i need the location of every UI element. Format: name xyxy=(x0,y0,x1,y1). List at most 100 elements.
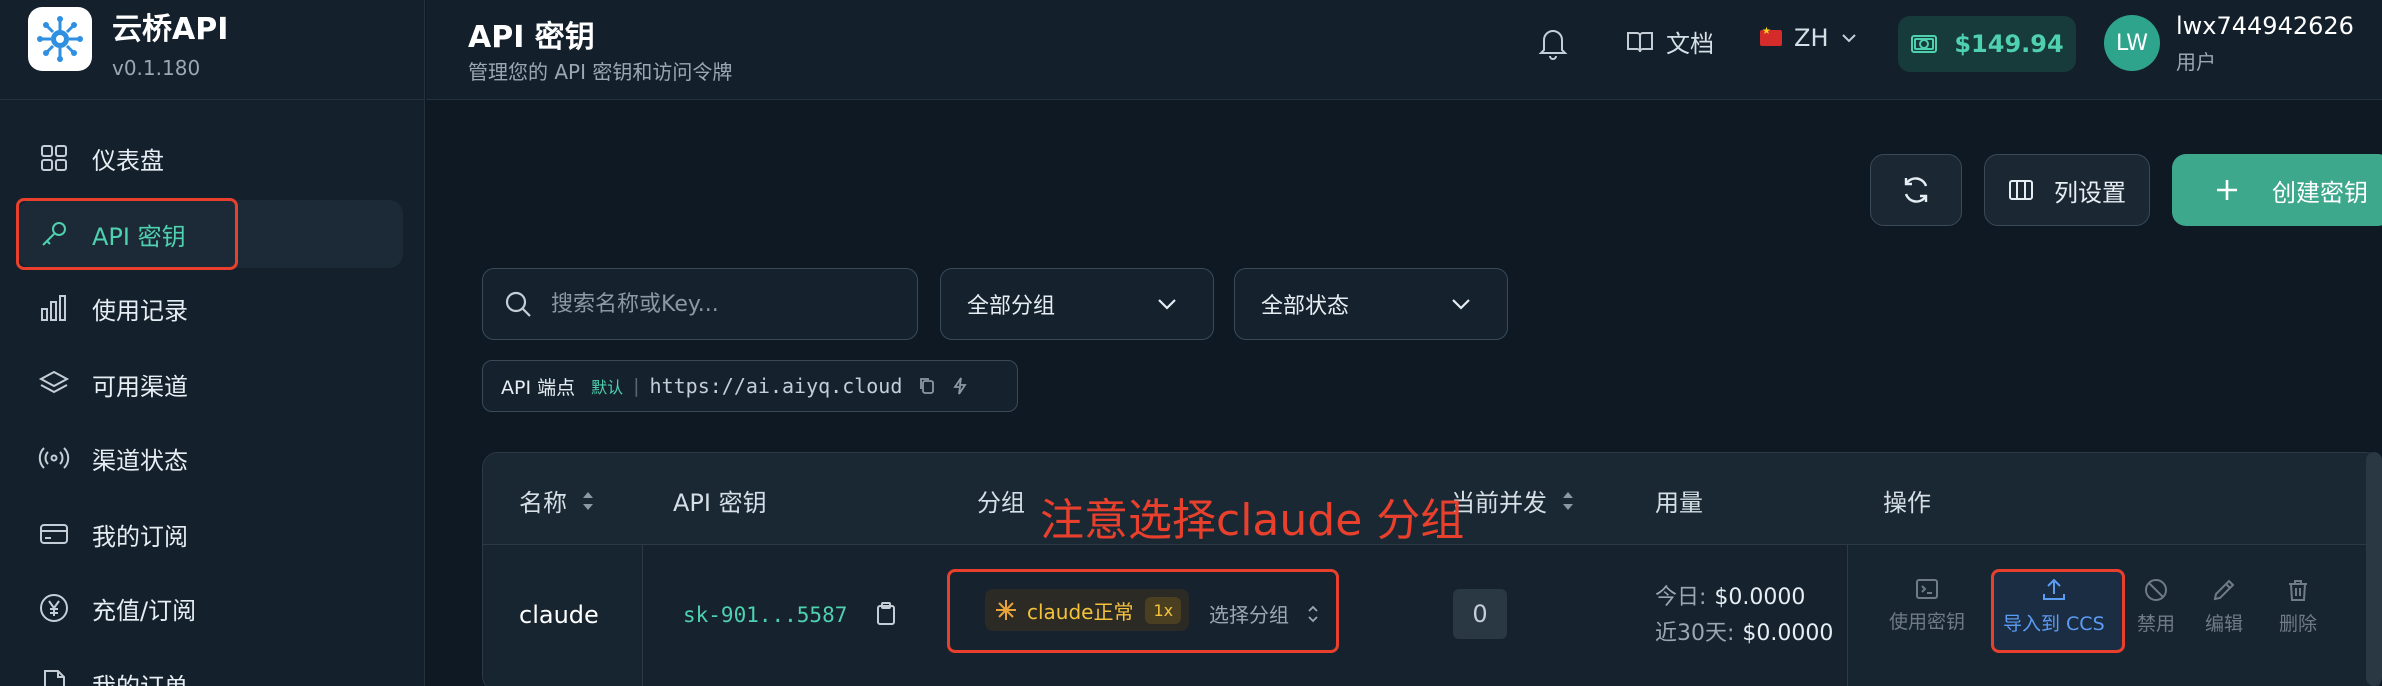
trash-icon xyxy=(2289,580,2307,601)
sidebar-item-subscriptions[interactable]: 我的订阅 xyxy=(18,500,403,568)
usage-today: 今日: $0.0000 xyxy=(1655,579,1805,611)
group-select-dropdown[interactable]: 选择分组 xyxy=(1209,599,1319,628)
ban-icon xyxy=(2145,579,2167,601)
column-header-key: API 密钥 xyxy=(673,483,767,518)
money-icon xyxy=(1911,35,1938,53)
column-header-ops: 操作 xyxy=(1883,483,1931,518)
copy-key-button[interactable] xyxy=(875,601,897,627)
sidebar-item-channels[interactable]: 可用渠道 xyxy=(18,350,403,418)
bell-icon xyxy=(1538,30,1568,60)
edit-label: 编辑 xyxy=(2205,613,2244,635)
column-settings-label: 列设置 xyxy=(2054,178,2126,207)
search-box[interactable] xyxy=(482,268,918,340)
usage-30-days: 近30天: $0.0000 xyxy=(1655,615,1833,647)
sidebar-item-recharge[interactable]: 充值/订阅 xyxy=(18,574,403,642)
default-badge: 默认 xyxy=(591,378,624,397)
disable-button[interactable]: 禁用 xyxy=(2137,577,2175,636)
sidebar-item-label: 仪表盘 xyxy=(92,146,164,175)
docs-label: 文档 xyxy=(1666,30,1714,58)
language-selector[interactable]: ZH xyxy=(1760,24,1859,52)
column-header-usage: 用量 xyxy=(1655,483,1703,518)
endpoint-url: https://ai.aiyq.cloud xyxy=(649,374,903,398)
delete-label: 删除 xyxy=(2279,613,2318,635)
column-header-concurrency[interactable]: 当前并发 xyxy=(1451,483,1575,518)
edit-button[interactable]: 编辑 xyxy=(2205,577,2243,636)
copy-icon[interactable] xyxy=(918,376,936,396)
column-label: API 密钥 xyxy=(673,489,767,517)
import-ccs-button[interactable]: 导入到 CCS xyxy=(2003,577,2105,636)
column-label: 用量 xyxy=(1655,489,1703,517)
refresh-button[interactable] xyxy=(1870,154,1962,226)
group-filter-select[interactable]: 全部分组 xyxy=(940,268,1214,340)
sidebar-item-usage[interactable]: 使用记录 xyxy=(18,274,403,342)
avatar[interactable]: LW xyxy=(2104,15,2160,71)
logo-icon xyxy=(37,16,83,62)
signal-icon xyxy=(38,447,70,469)
china-flag-icon xyxy=(1760,26,1782,46)
yen-icon xyxy=(40,594,68,622)
scrollbar[interactable] xyxy=(2366,452,2382,686)
balance-badge[interactable]: $149.94 xyxy=(1898,16,2076,72)
language-label: ZH xyxy=(1794,24,1829,52)
usage-today-label: 今日: xyxy=(1655,585,1707,610)
status-filter-value: 全部状态 xyxy=(1261,294,1350,319)
clipboard-icon xyxy=(877,602,895,625)
credit-card-icon xyxy=(40,524,68,544)
group-multiplier: 1x xyxy=(1145,596,1182,624)
group-name: claude正常 xyxy=(1027,599,1134,624)
sidebar-item-api-keys[interactable]: API 密钥 xyxy=(16,198,403,270)
group-filter-value: 全部分组 xyxy=(967,294,1056,319)
sidebar-item-orders[interactable]: 我的订单 xyxy=(18,650,403,686)
delete-button[interactable]: 删除 xyxy=(2279,577,2317,636)
brand-logo[interactable] xyxy=(28,7,92,71)
user-role: 用户 xyxy=(2176,50,2216,74)
highlight-box xyxy=(16,198,238,270)
create-key-button[interactable]: 创建密钥 xyxy=(2172,154,2382,226)
api-endpoint-bar: API 端点 默认 | https://ai.aiyq.cloud xyxy=(482,360,1018,412)
sidebar-item-label: 可用渠道 xyxy=(92,372,188,401)
user-name[interactable]: lwx744942626 xyxy=(2176,12,2354,40)
import-ccs-label: 导入到 CCS xyxy=(2003,613,2105,635)
sidebar-item-label: 渠道状态 xyxy=(92,446,188,475)
notifications-button[interactable] xyxy=(1538,26,1568,60)
terminal-icon xyxy=(1916,579,1938,599)
bar-chart-icon xyxy=(41,295,66,321)
sidebar-item-label: 我的订阅 xyxy=(92,522,188,551)
column-label: 操作 xyxy=(1883,489,1931,517)
brand-name: 云桥API xyxy=(112,12,229,47)
sidebar-item-dashboard[interactable]: 仪表盘 xyxy=(18,124,403,192)
sort-icon xyxy=(1563,491,1573,510)
claude-logo-icon xyxy=(996,600,1016,620)
book-icon xyxy=(1627,31,1653,52)
create-key-label: 创建密钥 xyxy=(2272,178,2368,207)
chevron-down-icon xyxy=(1452,299,1470,310)
concurrency-badge: 0 xyxy=(1453,589,1507,639)
refresh-icon xyxy=(1904,177,1928,203)
edit-icon xyxy=(2213,579,2235,601)
annotation-text: 注意选择claude 分组 xyxy=(1040,495,1465,546)
docs-link[interactable]: 文档 xyxy=(1626,24,1714,59)
document-icon xyxy=(44,670,65,686)
status-filter-select[interactable]: 全部状态 xyxy=(1234,268,1508,340)
balance-value: $149.94 xyxy=(1954,30,2064,58)
key-name: claude xyxy=(519,601,599,629)
disable-label: 禁用 xyxy=(2137,613,2176,635)
column-label: 名称 xyxy=(519,489,567,517)
sidebar-item-channel-status[interactable]: 渠道状态 xyxy=(18,424,403,492)
search-icon xyxy=(505,291,531,317)
layers-icon xyxy=(38,370,70,394)
usage-30-value: $0.0000 xyxy=(1742,621,1834,646)
search-input[interactable] xyxy=(551,291,891,317)
column-header-group: 分组 xyxy=(977,483,1025,518)
use-key-button[interactable]: 使用密钥 xyxy=(1889,577,1965,634)
endpoint-label: API 端点 xyxy=(501,376,576,399)
column-label: 分组 xyxy=(977,489,1025,517)
usage-today-value: $0.0000 xyxy=(1714,585,1806,610)
sidebar-item-label: 我的订单 xyxy=(92,667,188,686)
sidebar-item-label: 充值/订阅 xyxy=(92,596,197,625)
chevron-updown-icon xyxy=(1308,605,1318,622)
column-header-name[interactable]: 名称 xyxy=(519,483,595,518)
lightning-icon[interactable] xyxy=(952,376,968,396)
column-settings-button[interactable]: 列设置 xyxy=(1984,154,2150,226)
chevron-down-icon xyxy=(1158,299,1176,310)
